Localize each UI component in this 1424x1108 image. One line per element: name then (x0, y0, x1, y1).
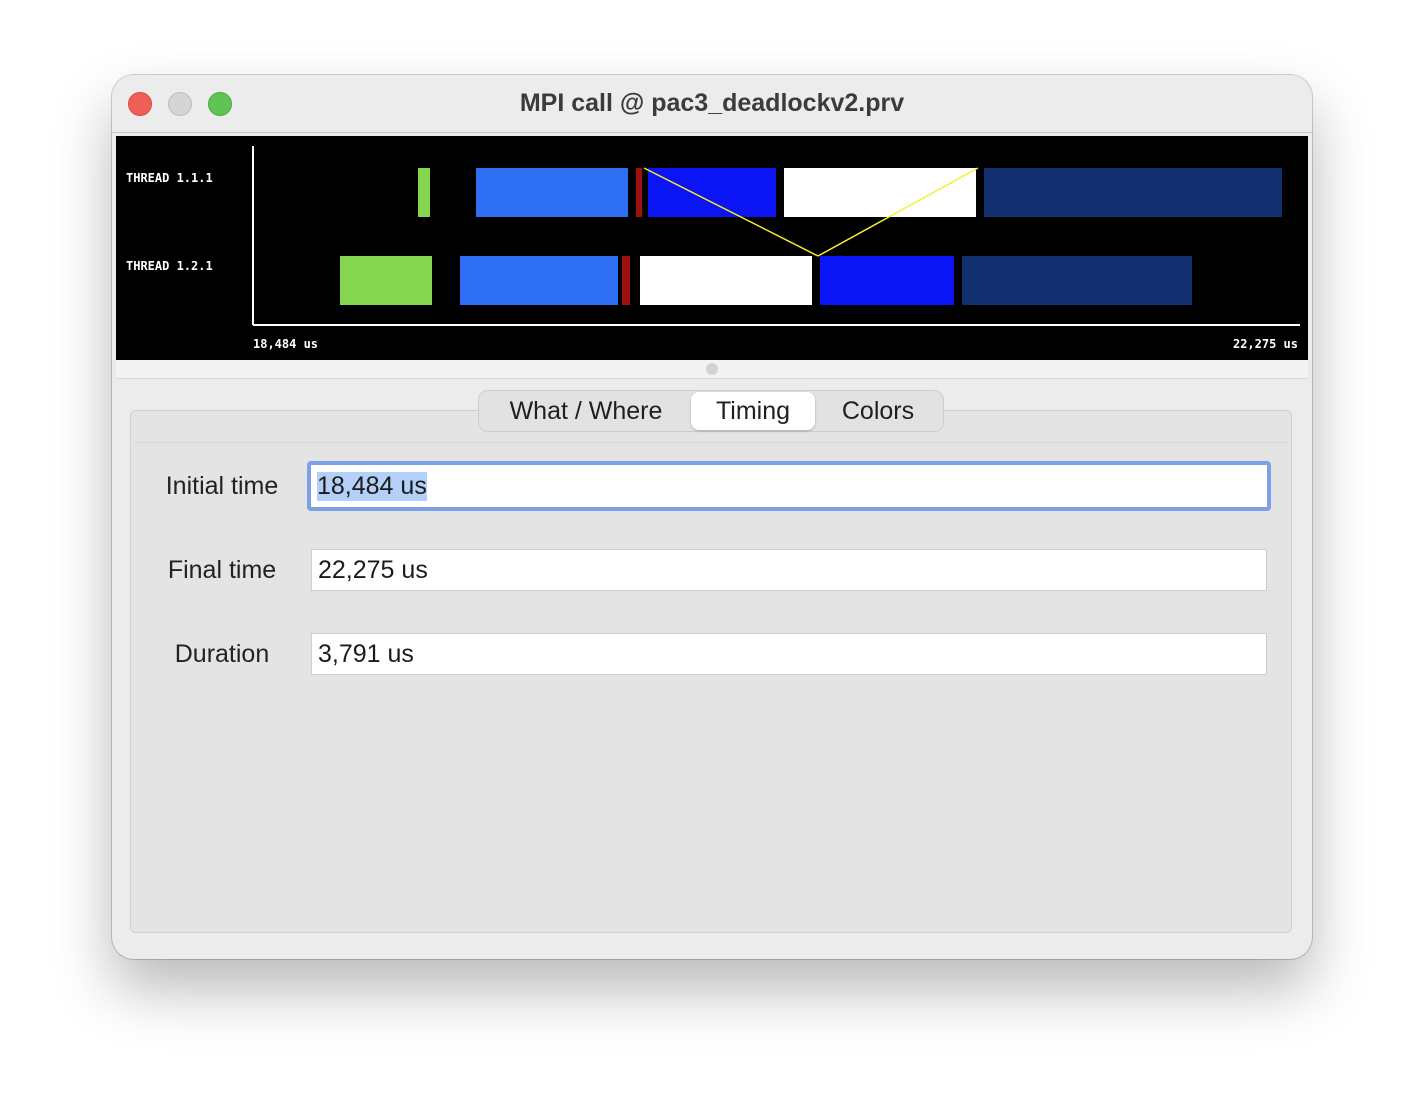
burst-navy[interactable] (962, 256, 1192, 305)
title-bar: MPI call @ pac3_deadlockv2.prv (112, 75, 1312, 133)
window-title: MPI call @ pac3_deadlockv2.prv (519, 89, 905, 117)
initial-time-field[interactable]: 18,484 us (307, 461, 1271, 511)
initial-time-label: Initial time (165, 472, 279, 500)
burst-navy[interactable] (984, 168, 1282, 217)
burst-green[interactable] (340, 256, 432, 305)
burst-dark-red[interactable] (636, 168, 642, 217)
initial-time-value: 18,484 us (317, 471, 427, 501)
burst-light-blue[interactable] (460, 256, 618, 305)
burst-green[interactable] (418, 168, 430, 217)
timeline-plot[interactable]: THREAD 1.1.1 THREAD 1.2.1 18,484 us 22,2… (116, 136, 1308, 360)
burst-white[interactable] (784, 168, 976, 217)
tab-colors[interactable]: Colors (815, 392, 941, 430)
timeline-canvas: THREAD 1.1.1 THREAD 1.2.1 18,484 us 22,2… (116, 136, 1308, 360)
final-time-value: 22,275 us (318, 555, 428, 584)
tab-what-where[interactable]: What / Where (481, 392, 691, 430)
splitter[interactable] (116, 360, 1308, 379)
duration-label: Duration (174, 640, 270, 668)
end-time-label: 22,275 us (1233, 337, 1298, 351)
final-time-label: Final time (167, 556, 277, 584)
final-time-field[interactable]: 22,275 us (311, 549, 1267, 591)
duration-value: 3,791 us (318, 639, 414, 668)
burst-white[interactable] (640, 256, 812, 305)
tab-bar: What / Where Timing Colors (478, 390, 944, 432)
window: MPI call @ pac3_deadlockv2.prv THREAD 1.… (112, 75, 1312, 959)
burst-blue[interactable] (820, 256, 954, 305)
panel-body (134, 442, 1288, 929)
thread-label-2: THREAD 1.2.1 (126, 259, 213, 273)
thread-label-1: THREAD 1.1.1 (126, 171, 213, 185)
start-time-label: 18,484 us (253, 337, 318, 351)
tab-timing[interactable]: Timing (691, 392, 815, 430)
splitter-handle[interactable] (706, 363, 718, 375)
burst-dark-red[interactable] (622, 256, 630, 305)
burst-light-blue[interactable] (476, 168, 628, 217)
burst-blue[interactable] (648, 168, 776, 217)
duration-field[interactable]: 3,791 us (311, 633, 1267, 675)
